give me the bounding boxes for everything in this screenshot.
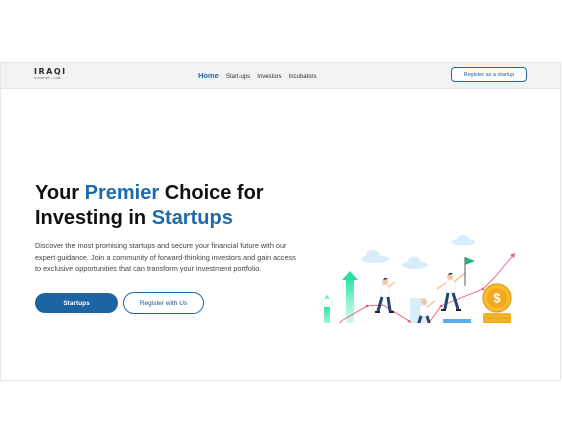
hero-title-part2: Choice for: [159, 182, 264, 204]
hero-title-part1: Your: [35, 182, 85, 204]
hero-title-accent1: Premier: [84, 182, 160, 204]
growth-arrow-icon: [317, 295, 337, 323]
hero-title-part3: Investing in: [35, 207, 152, 229]
startups-button[interactable]: Startups: [35, 293, 118, 313]
flag-icon: [465, 257, 475, 265]
nav-incubators[interactable]: Incubators: [289, 74, 317, 80]
app-frame: IRAQI STARTUP • HUB Home Start-ups Inves…: [0, 62, 561, 381]
investor-figure: [436, 257, 475, 311]
logo-subtext: STARTUP • HUB: [34, 76, 61, 80]
growth-arrow-icon: [342, 271, 358, 323]
nav-home[interactable]: Home: [198, 71, 219, 80]
logo-text: IRAQI: [34, 67, 67, 76]
cloud-icon: [361, 250, 389, 263]
nav-startups[interactable]: Start-ups: [226, 74, 250, 80]
register-with-us-button[interactable]: Register with Us: [123, 292, 204, 314]
top-navbar: IRAQI STARTUP • HUB Home Start-ups Inves…: [1, 63, 560, 89]
logo[interactable]: IRAQI STARTUP • HUB: [34, 67, 68, 81]
dollar-symbol: $: [493, 291, 501, 306]
cloud-icon: [451, 235, 475, 246]
register-startup-button[interactable]: Register as a startup: [451, 67, 527, 82]
gold-coins-icon: $: [482, 283, 512, 323]
cloud-icon: [402, 256, 428, 269]
investment-growth-illustration: $: [317, 235, 516, 323]
nav-investors[interactable]: Investors: [257, 74, 281, 80]
hero-title-accent2: Startups: [151, 207, 233, 229]
hero-description: Discover the most promising startups and…: [35, 241, 296, 273]
hero-title: Your Premier Choice for Investing in Sta…: [35, 181, 264, 231]
nav-links: Home Start-ups Investors Incubators: [198, 71, 317, 80]
investor-figure: [375, 277, 396, 313]
